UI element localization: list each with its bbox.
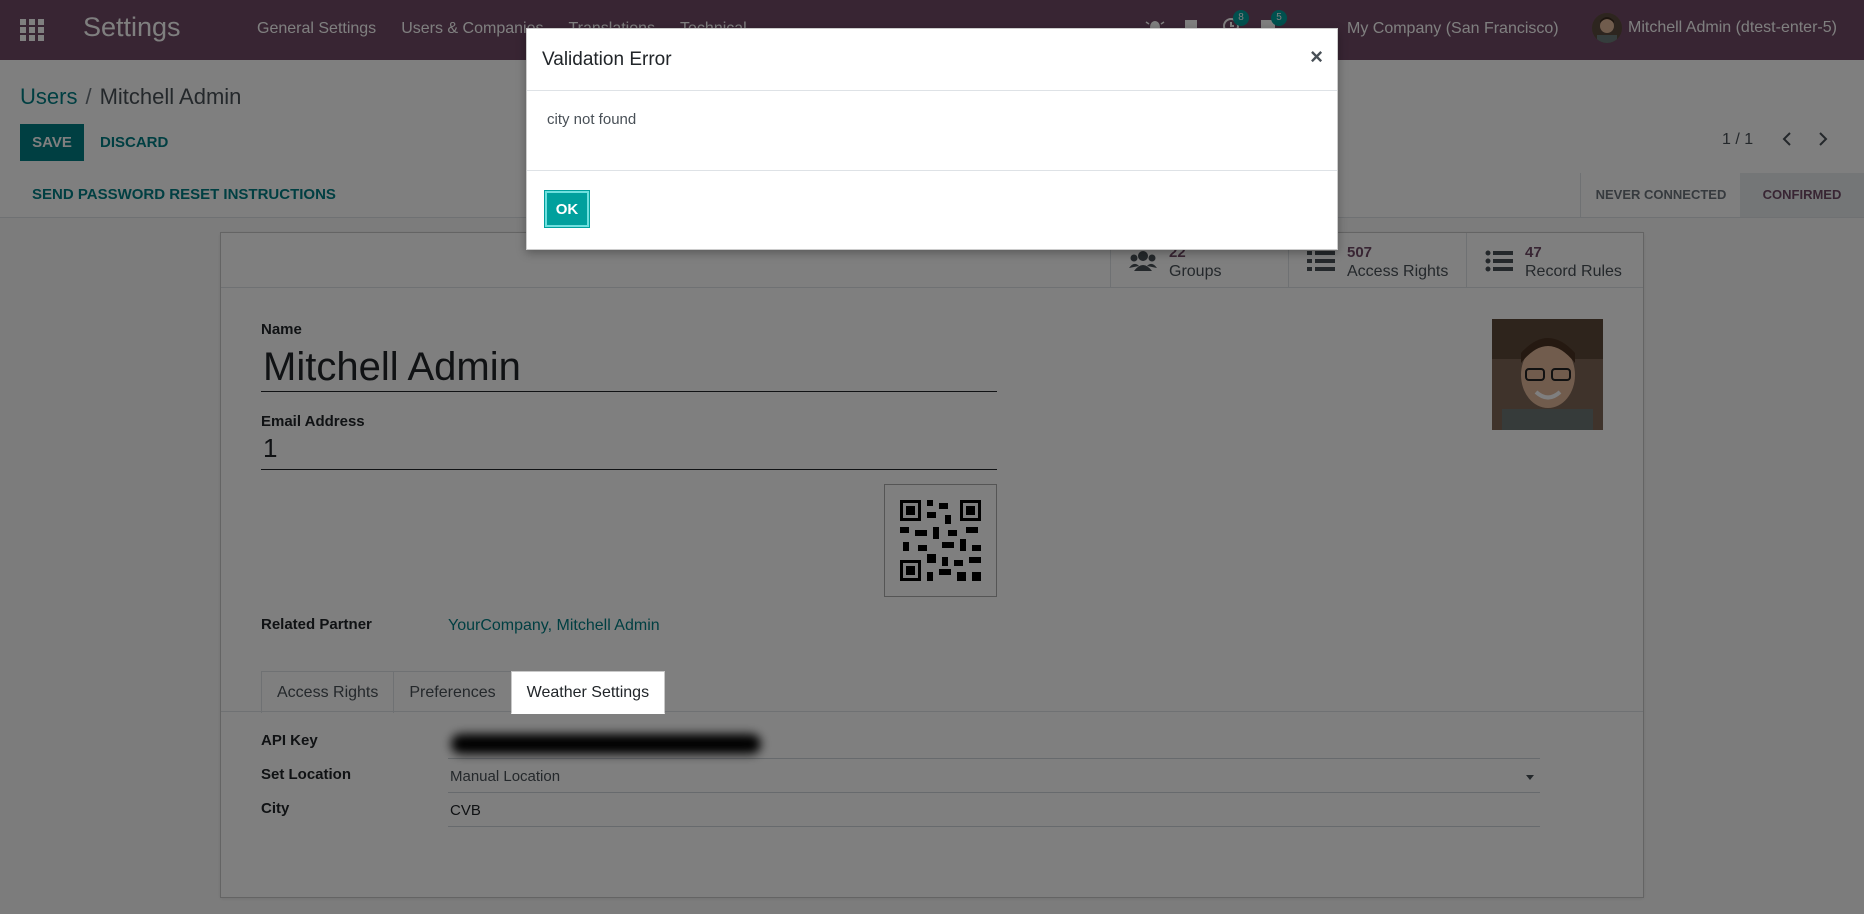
validation-error-dialog: Validation Error × city not found OK: [526, 28, 1338, 250]
close-icon[interactable]: ×: [1310, 44, 1323, 70]
dialog-title: Validation Error: [542, 49, 672, 70]
dialog-header: Validation Error ×: [527, 29, 1337, 91]
ok-button[interactable]: OK: [544, 190, 590, 228]
dialog-footer: OK: [527, 170, 1337, 250]
dialog-message: city not found: [547, 111, 637, 128]
tab-weather-settings[interactable]: Weather Settings: [510, 671, 666, 714]
